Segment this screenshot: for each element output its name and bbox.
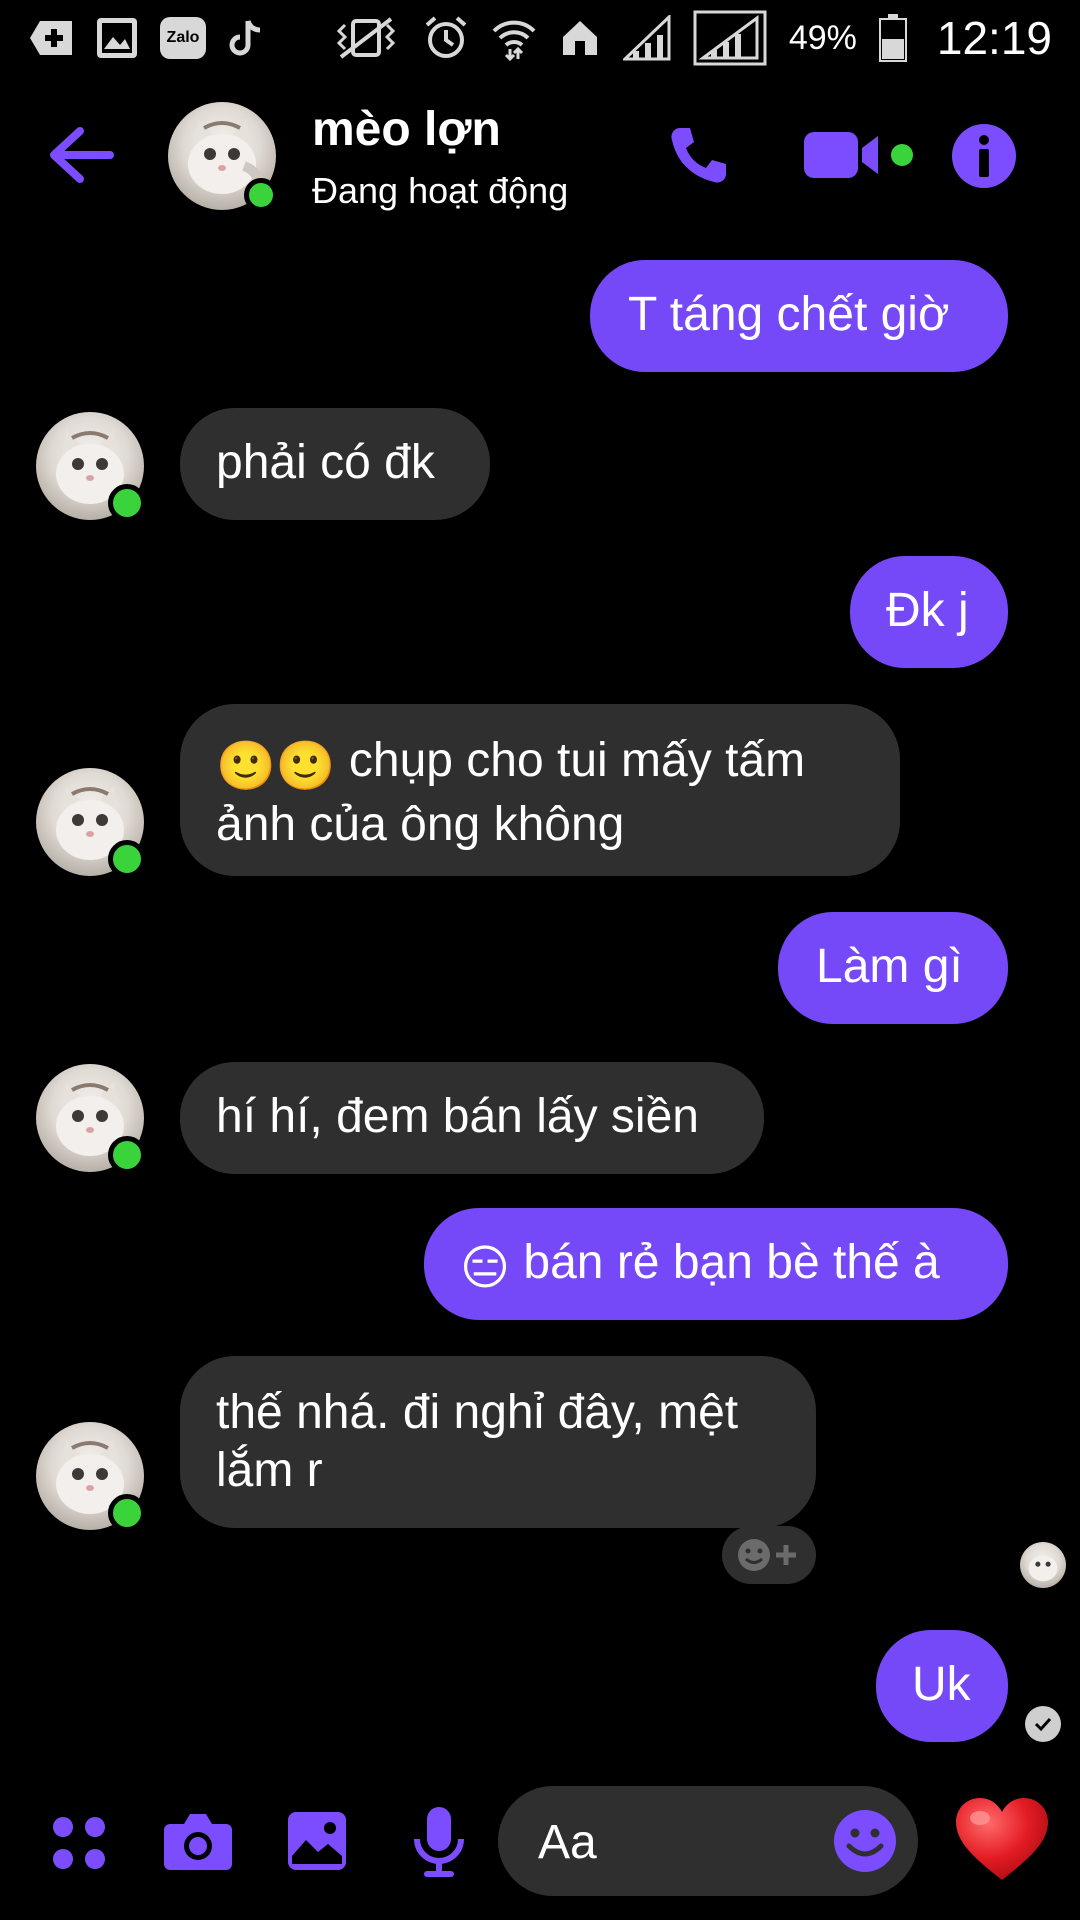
- sender-avatar[interactable]: [36, 768, 146, 878]
- message-text: bán rẻ bạn bè thế à: [523, 1236, 940, 1289]
- sender-avatar[interactable]: [36, 1422, 146, 1532]
- camera-button[interactable]: [160, 1806, 236, 1876]
- home-network-icon: [559, 17, 601, 59]
- like-button[interactable]: [952, 1790, 1052, 1890]
- sender-avatar[interactable]: [36, 412, 146, 522]
- image-icon: [288, 1812, 346, 1870]
- message-composer: [0, 1780, 1080, 1920]
- wifi-icon: [491, 15, 537, 61]
- contact-status: Đang hoạt động: [312, 170, 569, 211]
- battery-percent: 49%: [788, 18, 857, 57]
- outgoing-message[interactable]: Làm gì: [778, 912, 1008, 1024]
- expressionless-emoji: 😑: [460, 1242, 511, 1295]
- outgoing-message[interactable]: Uk: [876, 1630, 1008, 1742]
- vibrate-mute-icon: [331, 15, 401, 61]
- microphone-icon: [414, 1807, 464, 1877]
- online-indicator: [108, 484, 146, 522]
- seen-by-avatar: [1020, 1542, 1066, 1588]
- four-dots-icon: [53, 1817, 105, 1869]
- online-indicator: [108, 1136, 146, 1174]
- message-input[interactable]: [536, 1806, 800, 1878]
- message-text: hí hí, đem bán lấy siền: [216, 1090, 699, 1143]
- video-camera-icon: [804, 132, 913, 178]
- outgoing-message[interactable]: Đk j: [850, 556, 1008, 668]
- cat-avatar-image: [1020, 1542, 1066, 1588]
- sent-check-icon: [1025, 1706, 1061, 1742]
- status-bar-right: 49% 12:19: [331, 10, 1052, 66]
- arrow-left-icon: [50, 127, 114, 183]
- incoming-message[interactable]: hí hí, đem bán lấy siền: [180, 1062, 764, 1174]
- chat-header: mèo lợn Đang hoạt động: [0, 96, 1080, 216]
- gallery-notification-icon: [96, 17, 138, 59]
- slightly-smiling-emoji: 🙂🙂: [216, 740, 336, 793]
- signal-sim1-icon: [622, 15, 671, 61]
- contact-name: mèo lợn: [312, 103, 501, 156]
- incoming-message[interactable]: thế nhá. đi nghỉ đây, mệt lắm r: [180, 1356, 816, 1528]
- status-bar-left: Zalo: [28, 17, 264, 59]
- online-indicator: [244, 178, 278, 212]
- contact-avatar[interactable]: [168, 102, 1080, 212]
- incoming-message[interactable]: 🙂🙂 chụp cho tui mấy tấm ảnh của ông khôn…: [180, 704, 900, 876]
- call-button[interactable]: [660, 118, 738, 192]
- info-icon: [952, 124, 1016, 188]
- tiktok-notification-icon: [228, 17, 264, 59]
- add-notification-icon: [28, 17, 74, 59]
- info-button[interactable]: [950, 122, 1018, 190]
- voice-message-button[interactable]: [404, 1802, 474, 1882]
- alarm-icon: [423, 15, 469, 61]
- add-reaction-icon: [738, 1539, 796, 1571]
- outgoing-message[interactable]: 😑 bán rẻ bạn bè thế à: [424, 1208, 1008, 1320]
- emoji-button[interactable]: [830, 1806, 900, 1876]
- message-text: Làm gì: [816, 940, 963, 993]
- battery-icon: [878, 14, 907, 62]
- heart-icon: [956, 1798, 1048, 1880]
- message-input-container[interactable]: [498, 1786, 918, 1896]
- back-button[interactable]: [40, 122, 122, 188]
- online-indicator: [108, 840, 146, 878]
- message-text: Uk: [912, 1658, 971, 1711]
- incoming-message[interactable]: phải có đk: [180, 408, 490, 520]
- camera-icon: [164, 1814, 232, 1870]
- message-text: T táng chết giờ: [628, 288, 950, 341]
- more-actions-button[interactable]: [44, 1808, 114, 1878]
- online-indicator: [108, 1494, 146, 1532]
- video-call-button[interactable]: [800, 120, 916, 190]
- add-reaction-button[interactable]: [722, 1526, 816, 1584]
- clock: 12:19: [936, 12, 1052, 64]
- sender-avatar[interactable]: [36, 1064, 146, 1174]
- outgoing-message[interactable]: T táng chết giờ: [590, 260, 1008, 372]
- zalo-notification-icon: Zalo: [160, 17, 206, 59]
- status-bar: Zalo 49% 12:19: [0, 0, 1080, 76]
- signal-sim2-icon: [693, 10, 767, 66]
- gallery-button[interactable]: [282, 1806, 352, 1876]
- message-text: Đk j: [886, 584, 969, 637]
- phone-icon: [671, 128, 726, 183]
- smiley-icon: [834, 1810, 896, 1872]
- message-text: phải có đk: [216, 436, 435, 489]
- message-text: thế nhá. đi nghỉ đây, mệt lắm r: [216, 1386, 739, 1497]
